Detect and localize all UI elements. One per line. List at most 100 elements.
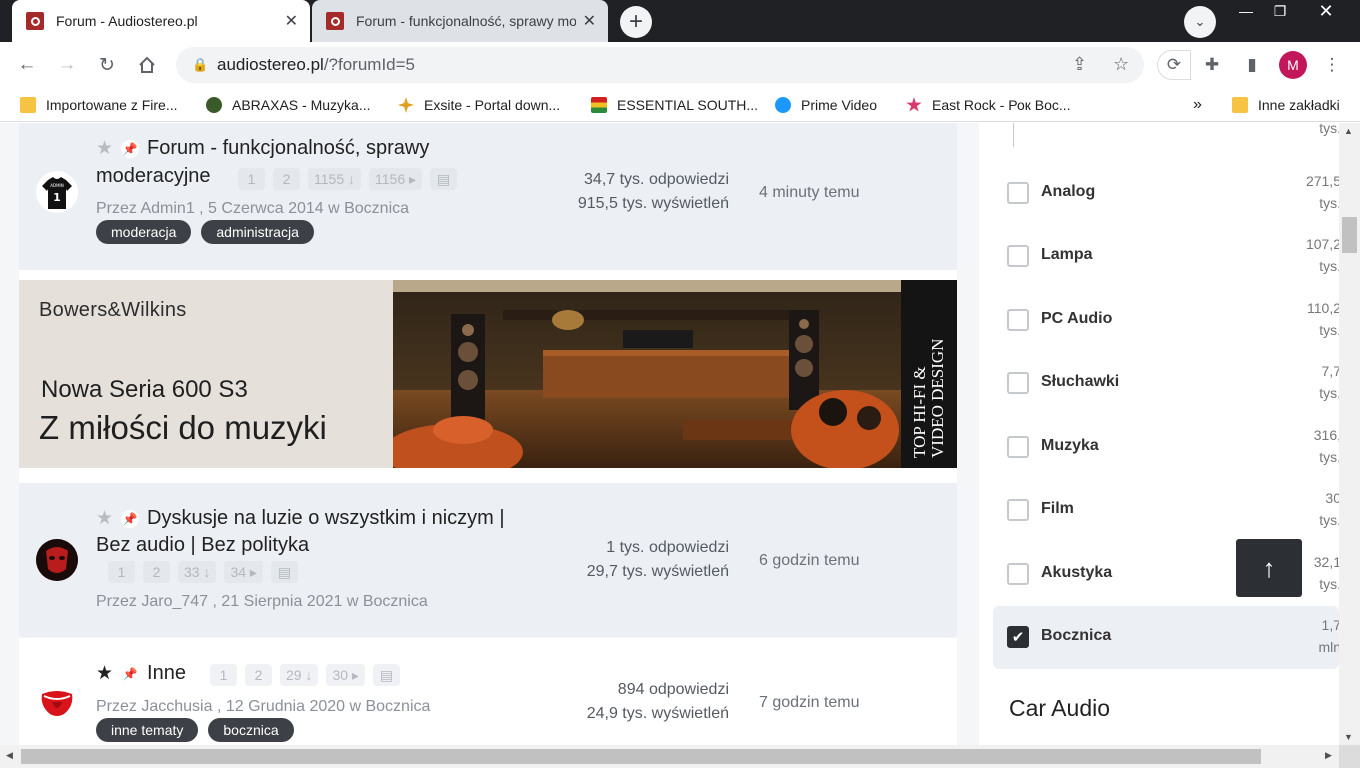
close-window-button[interactable]: ✕ xyxy=(1310,0,1342,22)
tab-forum-audiostereo[interactable]: Forum - Audiostereo.pl ✕ xyxy=(12,0,310,42)
page-link[interactable]: 30 ▸ xyxy=(326,664,365,686)
topic-row[interactable]: ★ 📌 Dyskusje na luzie o wszystkim i nicz… xyxy=(19,483,957,637)
scroll-thumb[interactable] xyxy=(1342,217,1357,253)
favorite-star-icon[interactable]: ★ xyxy=(96,507,113,530)
forward-button[interactable]: → xyxy=(52,50,82,80)
last-post-time[interactable]: 7 godzin temu xyxy=(759,694,860,712)
bookmark-east-rock[interactable]: East Rock - Рок Вос... xyxy=(906,95,1071,115)
bookmark-abraxas[interactable]: ABRAXAS - Muzyka... xyxy=(206,95,370,115)
scroll-up-icon[interactable]: ▲ xyxy=(1344,126,1353,136)
category-lampa[interactable]: Lampa 107,2 tys. xyxy=(993,225,1341,288)
side-panel-icon[interactable]: ▮ xyxy=(1237,50,1267,80)
minimize-window-button[interactable]: — xyxy=(1230,0,1262,22)
extensions-puzzle-icon[interactable]: ✚ xyxy=(1197,50,1227,80)
back-to-top-button[interactable]: ↑ xyxy=(1236,539,1302,597)
favorite-star-icon[interactable]: ★ xyxy=(96,137,113,160)
new-tab-button[interactable]: + xyxy=(620,6,652,38)
tag-link[interactable]: administracja xyxy=(201,220,314,244)
flag-icon xyxy=(591,97,607,113)
tab-forum-funkcjonalnosc[interactable]: Forum - funkcjonalność, sprawy mod ✕ xyxy=(312,0,608,42)
tab-search-button[interactable]: ⌄ xyxy=(1184,6,1216,38)
page-link[interactable]: 1 xyxy=(108,561,135,583)
category-count: 1,7 mln xyxy=(1318,617,1341,655)
scroll-thumb[interactable] xyxy=(21,749,1261,764)
topic-title-cont[interactable]: Bez audio | Bez polityka xyxy=(96,534,309,557)
category-checkbox[interactable] xyxy=(1007,372,1029,394)
checkmark-icon[interactable]: ✔ xyxy=(1007,626,1029,648)
close-tab-icon[interactable]: ✕ xyxy=(285,11,298,31)
category-count: tys. xyxy=(1319,123,1341,136)
extension-sync-icon[interactable]: ⟳ xyxy=(1157,50,1191,80)
close-tab-icon[interactable]: ✕ xyxy=(583,11,596,31)
category-checkbox[interactable] xyxy=(1007,309,1029,331)
reload-button[interactable]: ↻ xyxy=(92,50,122,80)
profile-avatar[interactable]: M xyxy=(1279,51,1307,79)
category-analog[interactable]: Analog 271,5 tys. xyxy=(993,162,1341,225)
page-link[interactable]: 2 xyxy=(143,561,170,583)
address-bar[interactable]: 🔒 audiostereo.pl/?forumId=5 ⇪ ☆ xyxy=(176,47,1144,83)
tag-link[interactable]: inne tematy xyxy=(96,718,199,742)
bookmark-star-icon[interactable]: ☆ xyxy=(1113,54,1129,75)
horizontal-scrollbar[interactable]: ◀ ▶ xyxy=(0,745,1339,768)
page-link[interactable]: 34 ▸ xyxy=(224,561,263,583)
topic-title[interactable]: Inne xyxy=(147,662,186,685)
restore-window-button[interactable]: ❐ xyxy=(1264,0,1296,22)
category-muzyka[interactable]: Muzyka 316, tys. xyxy=(993,416,1341,479)
category-checkbox[interactable] xyxy=(1007,563,1029,585)
share-icon[interactable]: ⇪ xyxy=(1072,54,1087,75)
topic-title-cont[interactable]: moderacyjne xyxy=(96,165,211,188)
view-count: 29,7 tys. wyświetleń xyxy=(586,563,729,580)
topic-row[interactable]: ADMIN 1 ★ 📌 Forum - funkcjonalność, spra… xyxy=(19,123,957,270)
topic-title[interactable]: Forum - funkcjonalność, sprawy xyxy=(147,137,429,160)
category-film[interactable]: Film 30 tys. xyxy=(993,479,1341,542)
page-link[interactable]: 33 ↓ xyxy=(178,561,217,583)
ad-banner[interactable]: Bowers&Wilkins Nowa Seria 600 S3 Z miłoś… xyxy=(19,280,957,468)
preview-icon[interactable]: ▤ xyxy=(270,561,298,583)
home-button[interactable] xyxy=(132,50,162,80)
category-checkbox[interactable] xyxy=(1007,182,1029,204)
view-count: 915,5 tys. wyświetleń xyxy=(577,195,729,212)
ad-slogan: Z miłości do muzyki xyxy=(39,409,327,446)
tag-link[interactable]: moderacja xyxy=(96,220,192,244)
page-link[interactable]: 1 xyxy=(210,664,237,686)
bookmark-exsite[interactable]: Exsite - Portal down... xyxy=(398,95,560,115)
topic-stats: 34,7 tys. odpowiedzi 915,5 tys. wyświetl… xyxy=(578,168,729,216)
topic-title[interactable]: Dyskusje na luzie o wszystkim i niczym | xyxy=(147,507,505,530)
scroll-left-icon[interactable]: ◀ xyxy=(6,750,13,761)
category-checkbox[interactable] xyxy=(1007,245,1029,267)
tag-link[interactable]: bocznica xyxy=(208,718,294,742)
page-link[interactable]: 1156 ▸ xyxy=(369,168,423,190)
favorite-star-icon[interactable]: ★ xyxy=(96,662,113,685)
last-post-time[interactable]: 6 godzin temu xyxy=(759,552,860,570)
scroll-right-icon[interactable]: ▶ xyxy=(1325,750,1332,761)
category-checkbox[interactable] xyxy=(1007,499,1029,521)
page-link[interactable]: 1 xyxy=(238,168,265,190)
category-bocznica[interactable]: ✔ Bocznica 1,7 mln xyxy=(993,606,1341,669)
preview-icon[interactable]: ▤ xyxy=(430,168,458,190)
page-link[interactable]: 1155 ↓ xyxy=(308,168,361,190)
last-post-time[interactable]: 4 minuty temu xyxy=(759,184,859,202)
bookmark-essential-south[interactable]: ESSENTIAL SOUTH... xyxy=(591,95,758,115)
back-button[interactable]: ← xyxy=(12,50,42,80)
other-bookmarks-folder[interactable]: Inne zakładki xyxy=(1232,95,1340,115)
category-pc-audio[interactable]: PC Audio 110,2 tys. xyxy=(993,289,1341,352)
url-text: audiostereo.pl/?forumId=5 xyxy=(217,55,416,74)
bookmark-imported[interactable]: Importowane z Fire... xyxy=(20,95,178,115)
home-icon xyxy=(139,56,155,73)
back-arrow-icon: ← xyxy=(17,54,37,75)
page-link[interactable]: 2 xyxy=(273,168,300,190)
vertical-scrollbar[interactable]: ▲ ▼ xyxy=(1339,123,1360,745)
bookmarks-overflow-button[interactable]: » xyxy=(1193,95,1202,115)
category-checkbox[interactable] xyxy=(1007,436,1029,458)
topic-row[interactable]: ★ 📌 Inne 1 2 29 ↓ 30 ▸ ▤ Przez Jacchusia… xyxy=(19,638,957,745)
preview-icon[interactable]: ▤ xyxy=(372,664,400,686)
folder-icon xyxy=(1232,97,1248,113)
page-link[interactable]: 2 xyxy=(245,664,272,686)
page-link[interactable]: 29 ↓ xyxy=(280,664,319,686)
topic-meta: Przez Jacchusia , 12 Grudnia 2020 w Bocz… xyxy=(96,698,431,715)
category-label: Słuchawki xyxy=(1041,373,1120,390)
menu-kebab-icon[interactable]: ⋮ xyxy=(1317,50,1347,80)
scroll-down-icon[interactable]: ▼ xyxy=(1344,732,1353,742)
category-sluchawki[interactable]: Słuchawki 7,7 tys. xyxy=(993,352,1341,415)
bookmark-prime-video[interactable]: Prime Video xyxy=(775,95,877,115)
